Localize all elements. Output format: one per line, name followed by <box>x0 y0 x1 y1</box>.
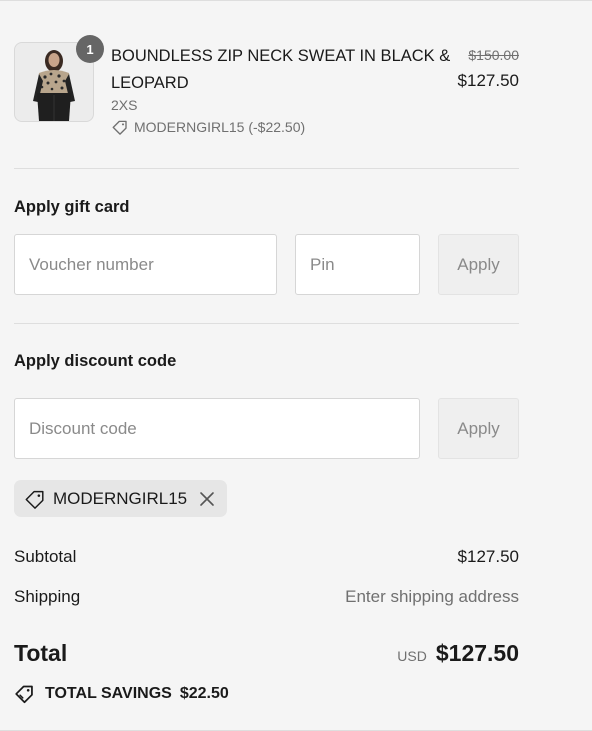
top-border <box>0 0 592 1</box>
apply-discount-button[interactable]: Apply <box>438 398 519 459</box>
applied-discount-chip: MODERNGIRL15 <box>14 480 228 517</box>
quantity-badge: 1 <box>76 35 104 63</box>
shipping-value: Enter shipping address <box>345 587 519 606</box>
currency-code: USD <box>397 648 427 664</box>
divider <box>14 168 519 169</box>
subtotal-label: Subtotal <box>14 547 77 566</box>
applied-discount-code: MODERNGIRL15 <box>53 488 188 508</box>
original-price: $150.00 <box>468 47 519 63</box>
current-price: $127.50 <box>457 71 519 90</box>
product-variant: 2XS <box>111 97 138 113</box>
product-name: BOUNDLESS ZIP NECK SWEAT IN BLACK & LEOP… <box>111 47 451 92</box>
gift-card-title: Apply gift card <box>14 198 130 216</box>
close-icon[interactable] <box>199 491 215 507</box>
apply-gift-card-button[interactable]: Apply <box>438 234 519 295</box>
product-discount: MODERNGIRL15 (-$22.50) <box>111 118 305 136</box>
total-label: Total <box>14 640 68 666</box>
savings-amount: $22.50 <box>179 684 229 702</box>
savings-label: TOTAL SAVINGS <box>45 684 172 702</box>
discount-title: Apply discount code <box>14 352 177 370</box>
savings-tag-icon <box>15 685 33 704</box>
shipping-row: Shipping Enter shipping address <box>14 587 519 607</box>
shipping-label: Shipping <box>14 587 81 606</box>
divider <box>14 323 519 324</box>
subtotal-value: $127.50 <box>457 547 519 566</box>
tag-icon <box>112 120 127 135</box>
subtotal-row: Subtotal $127.50 <box>14 547 519 567</box>
product-thumbnail: 1 <box>14 35 104 122</box>
product-discount-text: MODERNGIRL15 (-$22.50) <box>134 119 306 135</box>
total-amount: $127.50 <box>435 640 519 666</box>
total-row: Total USD $127.50 <box>14 640 519 667</box>
line-item: 1 BOUNDLESS ZIP NECK SWEAT IN BLACK & LE… <box>14 35 519 142</box>
voucher-number-input[interactable] <box>14 234 277 295</box>
discount-code-input[interactable] <box>14 398 420 459</box>
total-amount-group: USD $127.50 <box>397 640 519 667</box>
pin-input[interactable] <box>295 234 420 295</box>
total-savings: TOTAL SAVINGS $22.50 <box>14 683 229 704</box>
tag-icon <box>25 490 44 509</box>
